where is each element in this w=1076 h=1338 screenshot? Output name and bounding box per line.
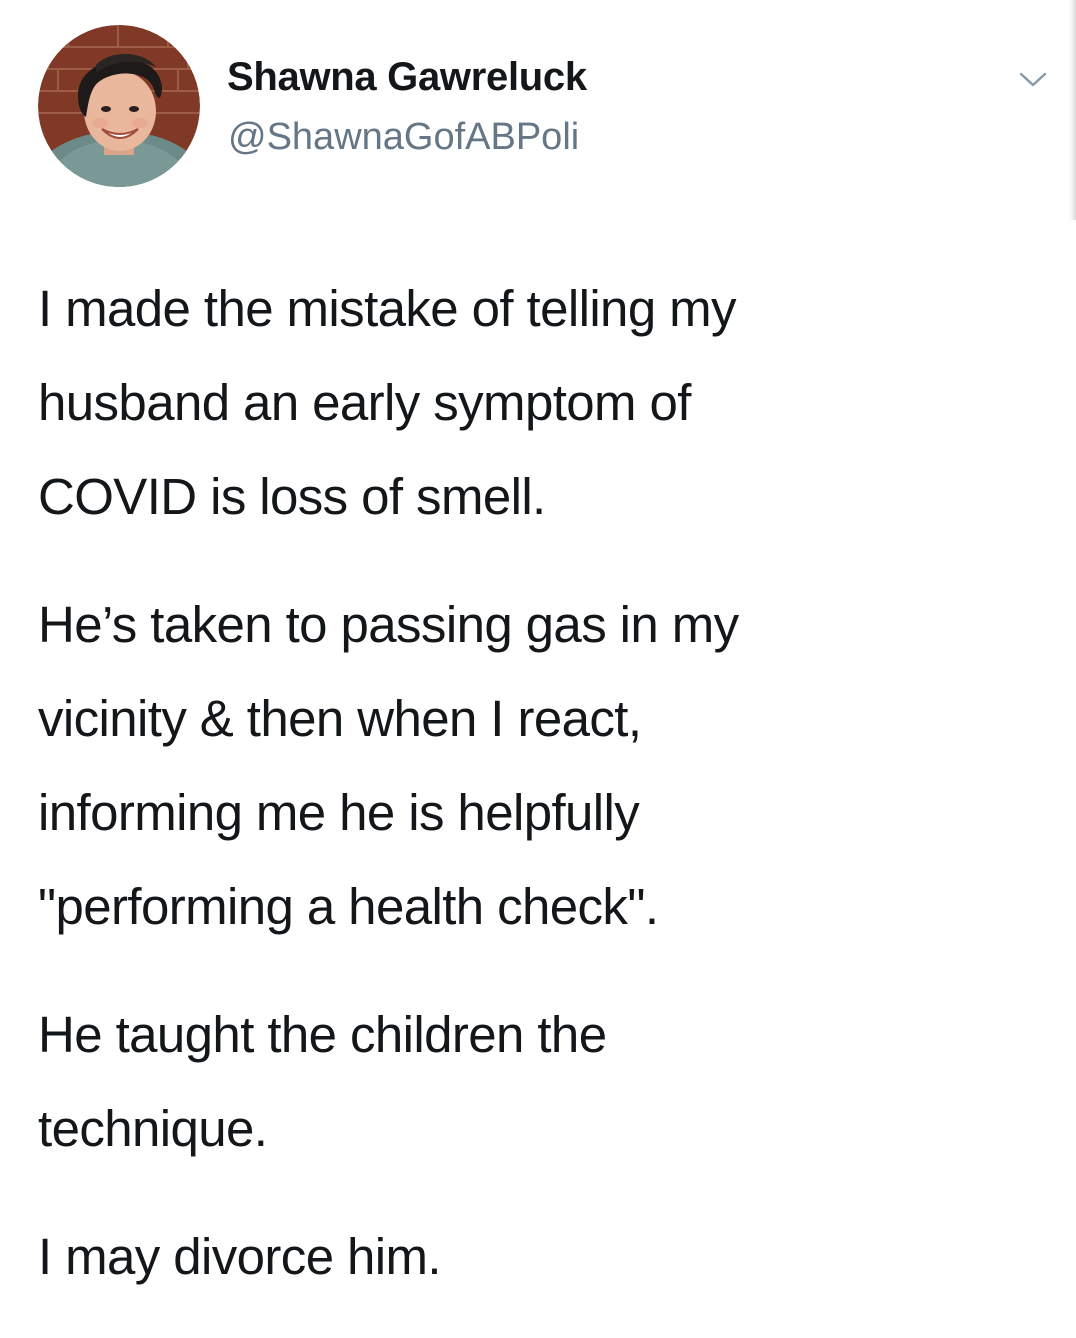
tweet-line: COVID is loss of smell. (38, 468, 546, 525)
profile-photo-icon (38, 25, 200, 187)
avatar[interactable] (38, 25, 200, 187)
tweet-line: I may divorce him. (38, 1228, 442, 1285)
author-display-name[interactable]: Shawna Gawreluck (227, 55, 587, 100)
tweet-line: He taught the children the (38, 1006, 607, 1063)
tweet-line: husband an early symptom of (38, 374, 691, 431)
tweet-line: informing me he is helpfully (38, 784, 640, 841)
tweet-line: vicinity & then when I react, (38, 690, 642, 747)
chevron-down-icon[interactable] (1018, 69, 1048, 91)
tweet-text: I made the mistake of telling my husband… (38, 262, 1038, 1338)
tweet-header: Shawna Gawreluck @ShawnaGofABPoli (38, 25, 1047, 190)
tweet-paragraph: I may divorce him. (38, 1210, 1038, 1304)
tweet-paragraph: He taught the children the technique. (38, 988, 1038, 1176)
tweet-line: I made the mistake of telling my (38, 280, 737, 337)
tweet-line: technique. (38, 1100, 268, 1157)
tweet-card: Shawna Gawreluck @ShawnaGofABPoli I made… (0, 0, 1076, 1299)
author-handle[interactable]: @ShawnaGofABPoli (228, 116, 579, 159)
tweet-paragraph: He’s taken to passing gas in my vicinity… (38, 578, 1038, 954)
tweet-paragraph: I made the mistake of telling my husband… (38, 262, 1038, 544)
tweet-line: He’s taken to passing gas in my (38, 596, 739, 653)
scroll-edge (1068, 0, 1076, 220)
tweet-line: "performing a health check". (38, 878, 659, 935)
